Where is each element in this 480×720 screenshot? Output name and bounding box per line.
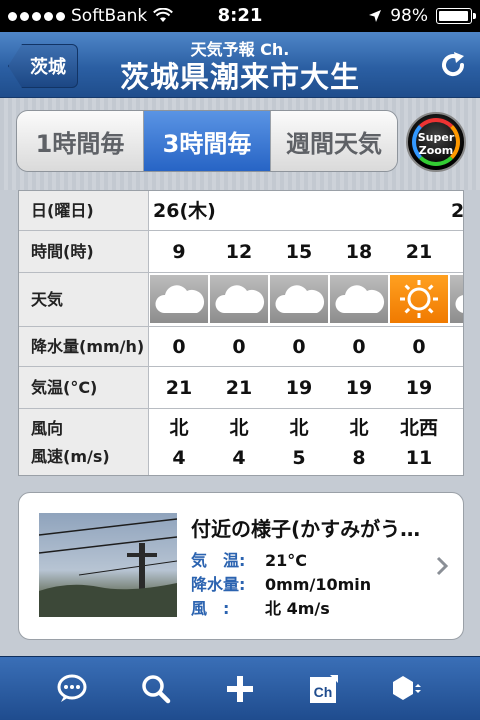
next-date-cell: 27	[451, 199, 464, 222]
status-bar: SoftBank 8:21 98%	[0, 0, 480, 32]
tab-weekly[interactable]: 週間天気	[271, 111, 397, 171]
temp-cell: 21	[165, 376, 193, 399]
nearby-precip: 降水量: 0mm/10min	[191, 575, 372, 594]
precip-cell: 0	[292, 335, 306, 358]
nearby-conditions-card[interactable]: 付近の様子(かすみがう… 気 温: 21°C 降水量: 0mm/10min 風 :北…	[18, 492, 464, 640]
battery-percent: 98%	[390, 6, 428, 26]
precip-cell: 0	[232, 335, 246, 358]
weather-row: 天気	[19, 273, 463, 327]
chat-icon[interactable]	[52, 669, 92, 709]
time-cell: 12	[225, 240, 253, 263]
interval-selector-area: 1時間毎 3時間毎 週間天気 Super Zoom	[0, 98, 480, 190]
tab-bar: Ch	[0, 656, 480, 720]
wind-cell: 北西 11	[389, 409, 449, 475]
interval-segmented-control: 1時間毎 3時間毎 週間天気	[16, 110, 398, 172]
live-camera-photo	[39, 513, 177, 617]
chevron-right-icon	[436, 556, 449, 576]
wind-row: 風向 風速(m/s) 北4北4北5北8北西11北	[19, 409, 463, 475]
weather-cell	[210, 275, 268, 323]
time-row: 時間(時) 9 12 15 18 21	[19, 231, 463, 273]
wind-cell-partial: 北	[449, 409, 463, 475]
tab-hourly[interactable]: 1時間毎	[17, 111, 144, 171]
precip-cell: 0	[172, 335, 186, 358]
cloudy-icon	[275, 285, 325, 313]
row-label-wind: 風向 風速(m/s)	[19, 409, 149, 475]
sunny-icon	[400, 280, 438, 318]
temp-cell: 19	[405, 376, 433, 399]
time-cell: 18	[345, 240, 373, 263]
precip-row: 降水量(mm/h) 0 0 0 0 0	[19, 327, 463, 367]
wind-direction: 北	[349, 417, 369, 439]
date-row: 日(曜日) 26(木) 27	[19, 191, 464, 231]
nearby-wind: 風 :北 4m/s	[191, 599, 330, 618]
battery-icon	[436, 8, 476, 24]
settings-icon[interactable]	[388, 669, 428, 709]
wind-speed: 5	[292, 447, 306, 469]
row-label-weather: 天気	[19, 273, 149, 326]
weather-cell	[150, 275, 208, 323]
row-label-time: 時間(時)	[19, 231, 149, 272]
wind-direction: 北	[169, 417, 189, 439]
channel-icon-glyph: Ch	[314, 684, 333, 700]
nearby-temp: 気 温: 21°C	[191, 551, 308, 570]
refresh-icon[interactable]	[438, 50, 468, 80]
cloudy-icon	[215, 285, 265, 313]
temp-cell: 19	[285, 376, 313, 399]
wind-cell: 北4	[209, 409, 269, 475]
cloudy-icon	[455, 295, 463, 313]
temp-row: 気温(°C) 21 21 19 19 19	[19, 367, 463, 409]
temp-cell: 21	[225, 376, 253, 399]
row-label-precip: 降水量(mm/h)	[19, 327, 149, 366]
wind-direction: 北	[289, 417, 309, 439]
cloudy-icon	[335, 285, 385, 313]
wind-speed: 4	[172, 447, 186, 469]
row-label-date: 日(曜日)	[19, 191, 149, 230]
nav-bar: 茨城 天気予報 Ch. 茨城県潮来市大生	[0, 32, 480, 98]
weather-cell	[270, 275, 328, 323]
cloudy-icon	[155, 285, 205, 313]
wind-speed: 8	[352, 447, 366, 469]
weather-cell-partial	[450, 275, 463, 323]
wind-direction: 北	[229, 417, 249, 439]
location-arrow-icon	[369, 10, 382, 22]
wind-cell: 北4	[149, 409, 209, 475]
time-cell: 15	[285, 240, 313, 263]
weather-cell	[390, 275, 448, 323]
weather-cell	[330, 275, 388, 323]
precip-cell: 0	[412, 335, 426, 358]
time-cell: 21	[405, 240, 433, 263]
nearby-title: 付近の様子(かすみがう…	[191, 517, 421, 541]
wind-speed: 4	[232, 447, 246, 469]
wind-direction: 北西	[399, 417, 438, 439]
temp-cell: 19	[345, 376, 373, 399]
wind-cell: 北5	[269, 409, 329, 475]
forecast-table[interactable]: 日(曜日) 26(木) 27 時間(時) 9 12 15 18 21 天気 降水量(mm…	[18, 190, 464, 476]
wind-cell: 北8	[329, 409, 389, 475]
page-title: 茨城県潮来市大生	[119, 60, 360, 94]
add-icon[interactable]	[220, 669, 260, 709]
time-cell: 9	[172, 240, 186, 263]
wind-direction: 北	[449, 412, 463, 442]
channel-icon[interactable]: Ch	[304, 669, 344, 709]
search-icon[interactable]	[136, 669, 176, 709]
row-label-temp: 気温(°C)	[19, 367, 149, 408]
super-zoom-button[interactable]: Super Zoom	[406, 112, 466, 172]
super-zoom-label: Super Zoom	[417, 131, 455, 157]
tab-3-hourly[interactable]: 3時間毎	[144, 111, 271, 171]
precip-cell: 0	[352, 335, 366, 358]
date-cell: 26(木)	[153, 199, 216, 222]
wind-speed: 11	[405, 447, 433, 469]
